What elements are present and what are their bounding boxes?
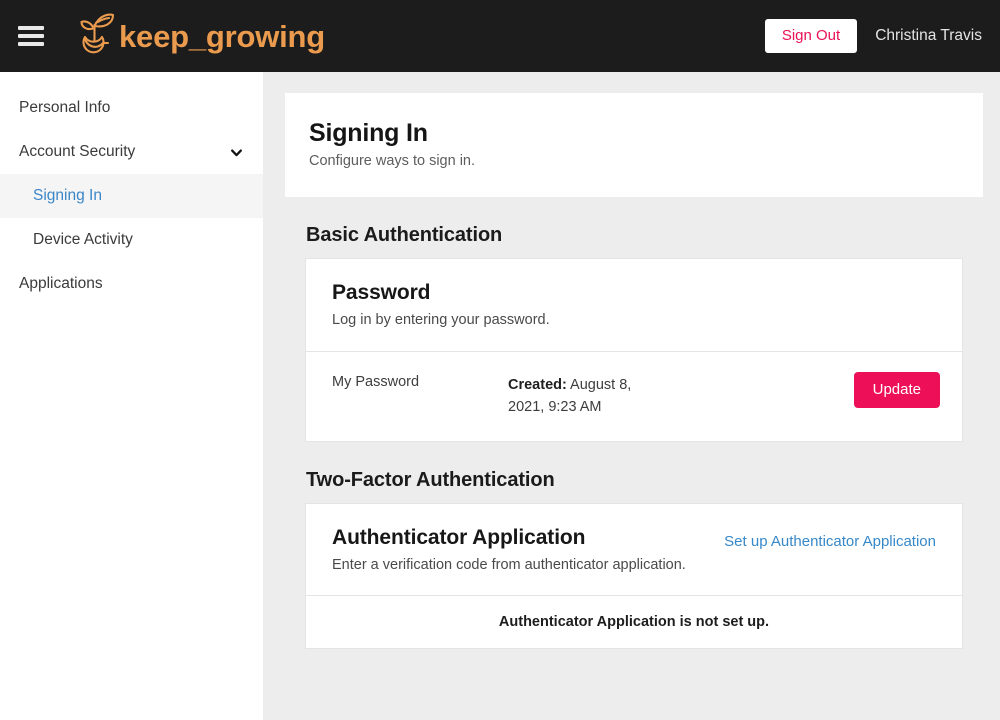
sidebar-item-applications[interactable]: Applications	[0, 262, 263, 306]
main-content: Signing In Configure ways to sign in. Ba…	[263, 72, 1000, 720]
brand-name: keep_growing	[119, 18, 326, 54]
sign-out-button[interactable]: Sign Out	[764, 19, 858, 53]
password-row-card: My Password Created: August 8, 2021, 9:2…	[305, 350, 963, 442]
authenticator-card-action: Set up Authenticator Application	[724, 526, 936, 551]
password-info-card: Password Log in by entering your passwor…	[305, 258, 963, 351]
sidebar-item-personal-info[interactable]: Personal Info	[0, 86, 263, 130]
password-table-row: My Password Created: August 8, 2021, 9:2…	[306, 352, 962, 441]
authenticator-status-card: Authenticator Application is not set up.	[305, 595, 963, 650]
password-card-title: Password	[332, 281, 431, 304]
section-heading-two-factor: Two-Factor Authentication	[306, 468, 555, 491]
password-card-texts: Password Log in by entering your passwor…	[332, 281, 550, 331]
sidebar-item-label: Account Security	[19, 143, 136, 160]
sidebar-item-label: Device Activity	[33, 231, 133, 248]
authenticator-status-text: Authenticator Application is not set up.	[498, 614, 770, 631]
hamburger-bar	[18, 42, 44, 46]
brand-logo[interactable]: keep_growing	[72, 11, 325, 61]
page-root: keep_growing Sign Out Christina Travis P…	[0, 0, 1000, 720]
sidebar-item-signing-in[interactable]: Signing In	[0, 174, 263, 218]
hamburger-bar	[18, 26, 44, 30]
page-header-card: Signing In Configure ways to sign in.	[285, 93, 983, 197]
sidebar-item-device-activity[interactable]: Device Activity	[0, 218, 263, 262]
chevron-down-icon	[231, 148, 242, 156]
setup-authenticator-link[interactable]: Set up Authenticator Application	[724, 533, 936, 550]
authenticator-card-texts: Authenticator Application Enter a verifi…	[332, 526, 686, 576]
sidebar-item-account-security[interactable]: Account Security	[0, 130, 263, 174]
password-name-cell: My Password	[332, 373, 420, 390]
authenticator-card-description: Enter a verification code from authentic…	[332, 556, 686, 573]
sidebar-nav: Personal Info Account Security Signing I…	[0, 72, 267, 720]
authenticator-card-header: Authenticator Application Enter a verifi…	[306, 504, 962, 596]
password-card-description: Log in by entering your password.	[332, 312, 550, 328]
password-card-header: Password Log in by entering your passwor…	[306, 259, 962, 351]
sidebar-item-label: Applications	[19, 275, 103, 292]
header-actions: Sign Out Christina Travis	[764, 19, 982, 53]
authenticator-card-title: Authenticator Application	[332, 525, 586, 549]
hamburger-bar	[18, 34, 44, 38]
page-subtitle: Configure ways to sign in.	[309, 153, 476, 169]
password-row-action: Update	[853, 371, 940, 408]
sprout-leaf-icon	[80, 13, 115, 54]
sidebar-item-label: Signing In	[33, 187, 102, 204]
password-created-cell: Created: August 8, 2021, 9:23 AM	[508, 371, 658, 419]
page-title: Signing In	[309, 119, 428, 147]
section-heading-basic-auth: Basic Authentication	[306, 224, 503, 246]
sidebar-item-label: Personal Info	[19, 99, 111, 116]
hamburger-menu-icon[interactable]	[18, 26, 44, 46]
password-created-label: Created:	[508, 376, 567, 393]
update-password-button[interactable]: Update	[853, 371, 940, 408]
authenticator-info-card: Authenticator Application Enter a verifi…	[305, 502, 963, 596]
top-header: keep_growing Sign Out Christina Travis	[0, 0, 1000, 72]
user-name-label: Christina Travis	[875, 27, 982, 44]
